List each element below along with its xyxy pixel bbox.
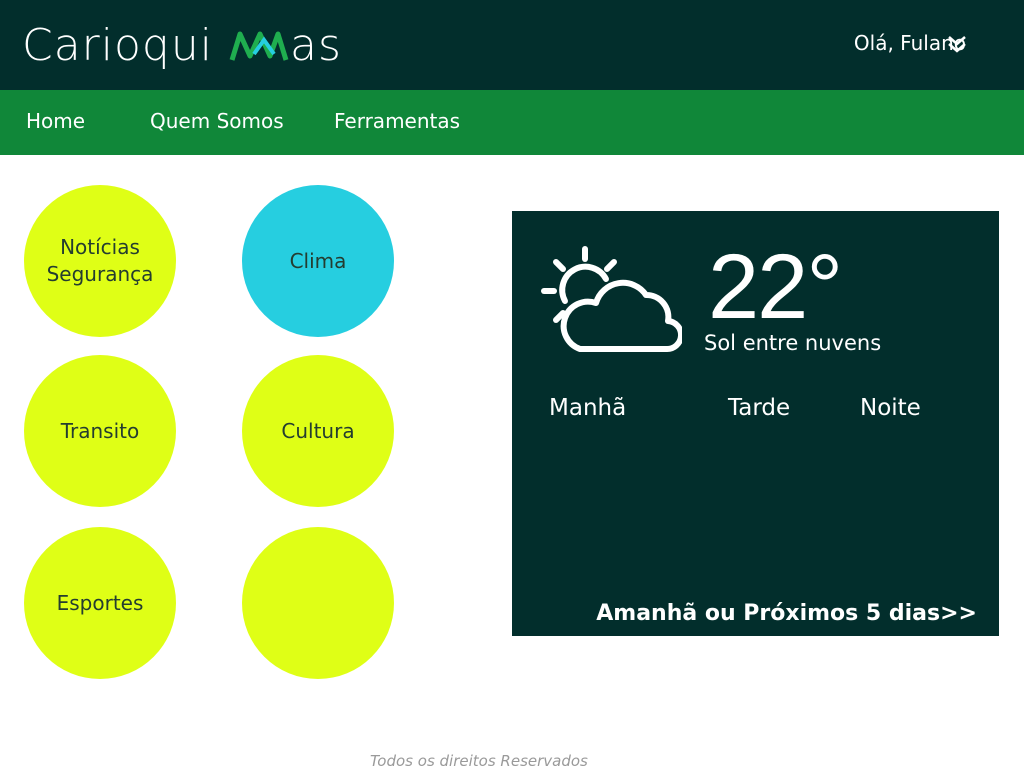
category-label: Esportes bbox=[56, 590, 144, 615]
category-label: Transito bbox=[60, 418, 140, 443]
weather-panel: 22° Sol entre nuvens Manhã Tarde Noite A… bbox=[512, 211, 999, 636]
temperature: 22° bbox=[708, 236, 843, 338]
category-empty[interactable] bbox=[242, 527, 394, 679]
category-label: Clima bbox=[289, 248, 347, 273]
svg-text:as: as bbox=[290, 20, 342, 71]
period-tarde[interactable]: Tarde bbox=[728, 395, 790, 421]
category-label: Notícias Segurança bbox=[46, 235, 154, 286]
period-manha[interactable]: Manhã bbox=[549, 395, 626, 421]
category-esportes[interactable]: Esportes bbox=[24, 527, 176, 679]
nav-item-ferramentas[interactable]: Ferramentas bbox=[334, 109, 460, 133]
category-cultura[interactable]: Cultura bbox=[242, 355, 394, 507]
logo[interactable]: Carioqui as bbox=[22, 12, 352, 72]
footer-copyright: Todos os direitos Reservados bbox=[370, 752, 588, 768]
nav-item-quem-somos[interactable]: Quem Somos bbox=[150, 109, 284, 133]
category-clima[interactable]: Clima bbox=[242, 185, 394, 337]
category-transito[interactable]: Transito bbox=[24, 355, 176, 507]
double-chevron-down-icon[interactable] bbox=[946, 33, 968, 55]
logo-wordmark: Carioqui as bbox=[22, 20, 342, 71]
header: Carioqui as Olá, Fulano bbox=[0, 0, 1024, 90]
category-noticias-seguranca[interactable]: Notícias Segurança bbox=[24, 185, 176, 337]
category-label: Cultura bbox=[281, 418, 355, 443]
forecast-more-link[interactable]: Amanhã ou Próximos 5 dias>> bbox=[596, 601, 977, 626]
weather-condition: Sol entre nuvens bbox=[704, 331, 882, 355]
period-noite[interactable]: Noite bbox=[860, 395, 921, 421]
main-nav: Home Quem Somos Ferramentas bbox=[0, 90, 1024, 155]
svg-text:Carioqui: Carioqui bbox=[22, 20, 213, 71]
nav-item-home[interactable]: Home bbox=[26, 109, 85, 133]
sun-behind-cloud-icon bbox=[541, 246, 682, 353]
